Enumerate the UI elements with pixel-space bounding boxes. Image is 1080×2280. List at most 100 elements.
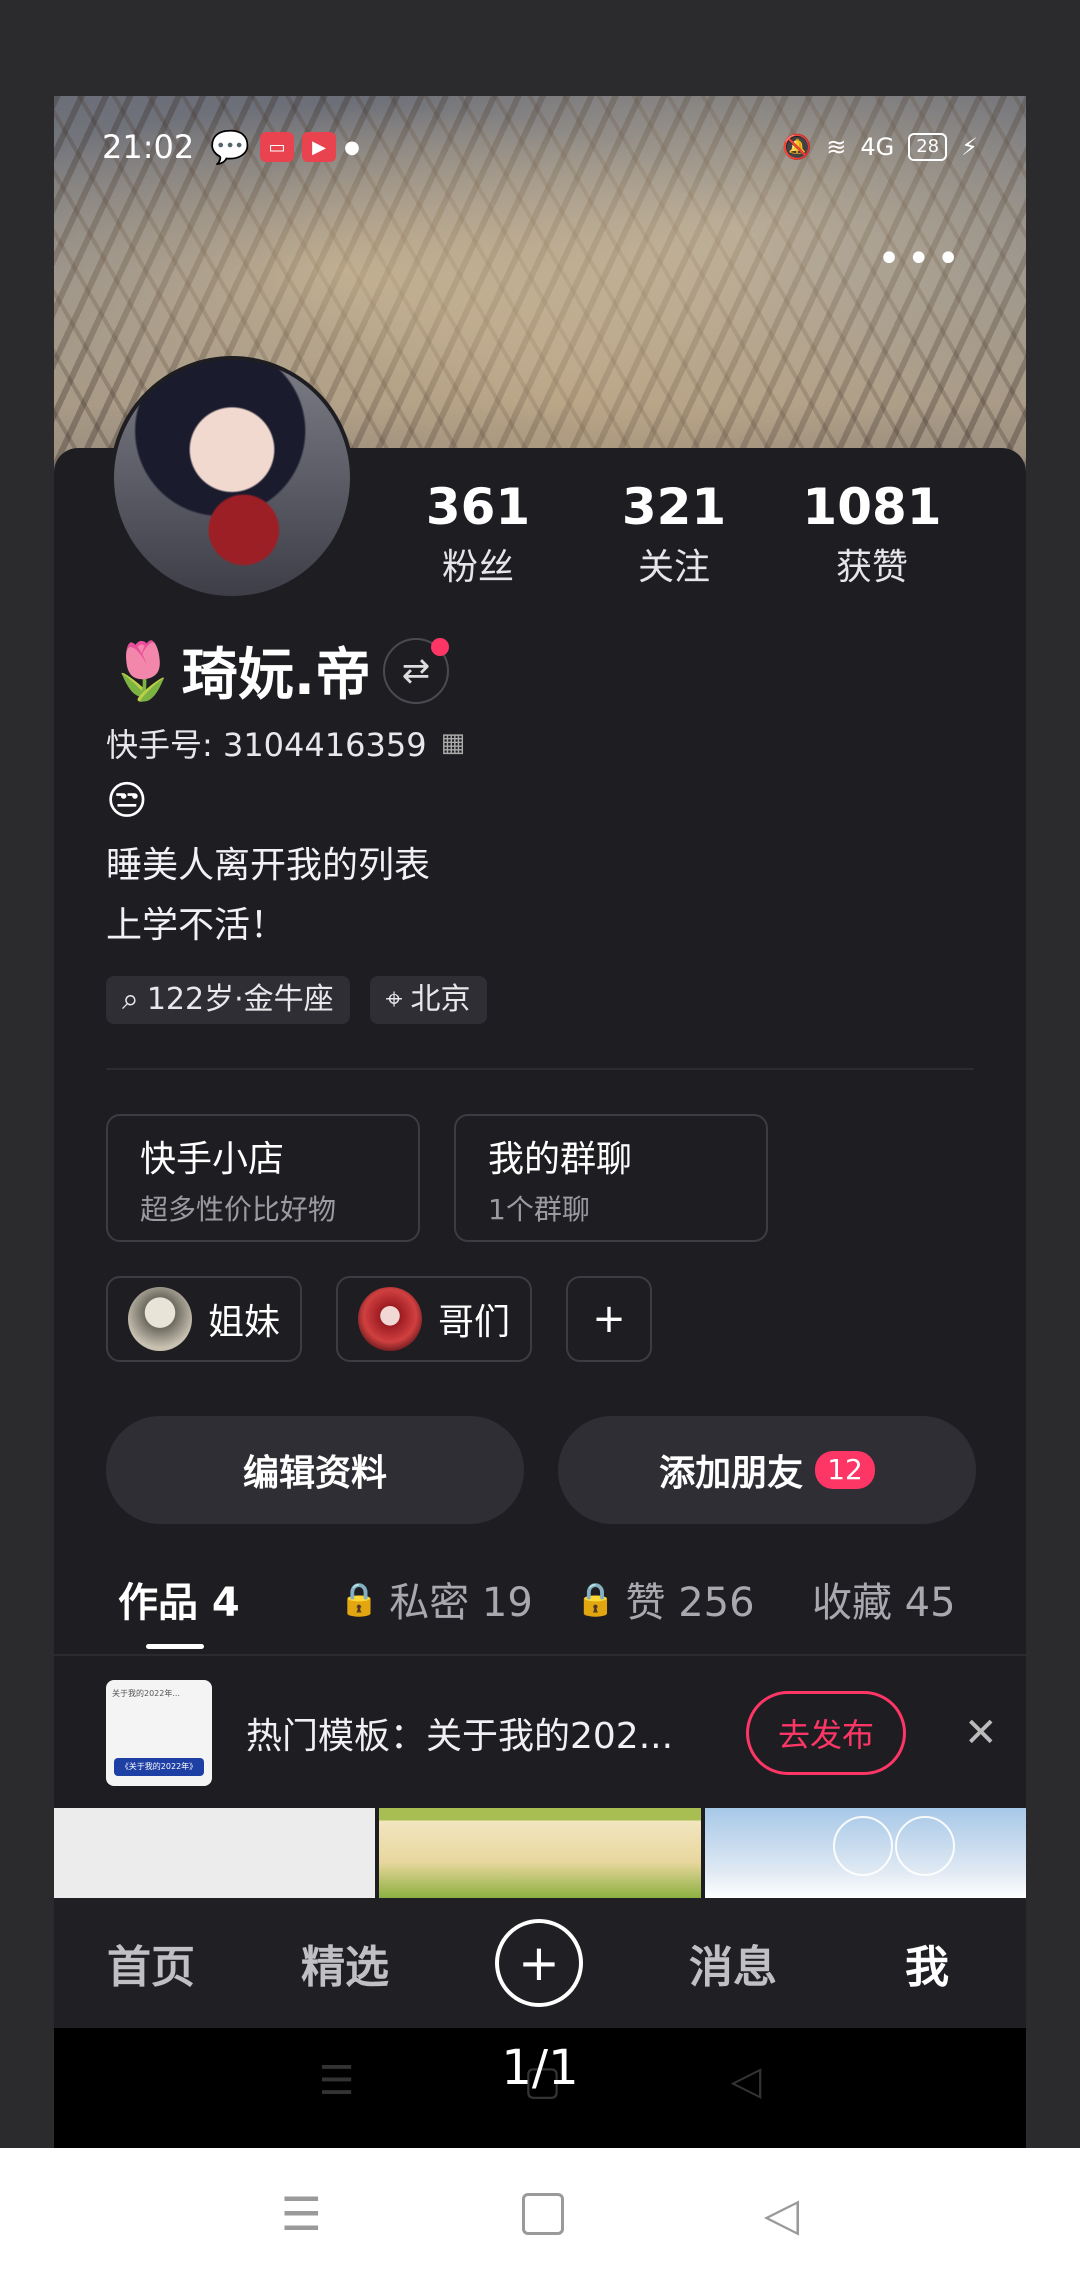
- kuaishou-id[interactable]: 快手号: 3104416359 ▦: [106, 720, 465, 766]
- nav-home[interactable]: 首页: [54, 1931, 248, 1995]
- add-group-button[interactable]: +: [566, 1276, 653, 1362]
- group-label: 哥们: [438, 1302, 511, 1343]
- status-bar: 21:02 💬 ▭ ▶ ● 🔕 ≋ 4G 28 ⚡: [54, 122, 1026, 172]
- dot-icon: ●: [344, 136, 360, 158]
- bio-line: 睡美人离开我的列表: [106, 845, 431, 886]
- kuaishou-id-text: 快手号: 3104416359: [106, 726, 427, 764]
- close-icon[interactable]: ✕: [964, 1710, 998, 1756]
- profile-tags: ⌕ 122岁·金牛座 ⌖ 北京: [106, 976, 487, 1024]
- stat-value: 361: [425, 478, 531, 536]
- play-icon: ▶: [302, 132, 337, 162]
- system-nav-bar: ☰ ◁: [0, 2148, 1080, 2280]
- lock-icon: 🔒: [575, 1580, 616, 1618]
- stat-label: 关注: [637, 547, 710, 588]
- thumb-caption: 关于我的2022年...: [112, 1689, 180, 1698]
- tab-label: 私密 19: [389, 1580, 533, 1626]
- group-sisters[interactable]: 姐妹: [106, 1276, 303, 1362]
- status-right: 🔕 ≋ 4G 28 ⚡: [782, 133, 978, 161]
- active-tab-indicator: [146, 1644, 204, 1649]
- signal-label: 4G: [860, 133, 895, 161]
- stat-value: 321: [621, 478, 727, 536]
- tab-liked[interactable]: 🔒 赞 256: [576, 1570, 812, 1628]
- content-tabs: 作品 4 🔒 私密 19 🔒 赞 256 收藏 45: [118, 1570, 998, 1628]
- tag-label: 北京: [410, 982, 471, 1017]
- edit-profile-label: 编辑资料: [242, 1453, 387, 1494]
- profile-name: 琦妧.帝: [181, 643, 372, 708]
- entry-subtitle: 超多性价比好物: [140, 1193, 337, 1226]
- tag-location[interactable]: ⌖ 北京: [369, 976, 487, 1024]
- group-avatar: [128, 1287, 192, 1351]
- friend-groups: 姐妹 哥们 +: [106, 1276, 653, 1362]
- action-buttons: 编辑资料 添加朋友 12: [106, 1416, 976, 1524]
- name-row: 🌷 琦妧.帝 ⇄: [108, 630, 450, 711]
- bio-emoji: 😒: [106, 778, 148, 824]
- entry-shop[interactable]: 快手小店 超多性价比好物: [106, 1114, 420, 1242]
- entry-cards: 快手小店 超多性价比好物 我的群聊 1个群聊: [106, 1114, 768, 1242]
- lock-icon: 🔒: [339, 1580, 380, 1618]
- decor-bubble: [894, 1816, 955, 1876]
- work-thumbnail[interactable]: [379, 1808, 701, 1898]
- switch-icon: ⇄: [401, 650, 431, 691]
- template-promo[interactable]: 关于我的2022年... 《关于我的2022年》 热门模板：关于我的202...…: [54, 1658, 1026, 1808]
- switch-account-button[interactable]: ⇄: [383, 637, 450, 704]
- stat-value: 1081: [802, 478, 942, 536]
- group-buddies[interactable]: 哥们: [336, 1276, 533, 1362]
- work-thumbnail[interactable]: [704, 1808, 1026, 1898]
- status-time: 21:02: [102, 128, 195, 166]
- stat-likes[interactable]: 1081 获赞: [772, 478, 972, 590]
- nav-messages[interactable]: 消息: [636, 1931, 830, 1995]
- video-call-icon: ▭: [260, 132, 295, 162]
- stats-row: 361 粉丝 321 关注 1081 获赞: [380, 478, 972, 590]
- nav-featured[interactable]: 精选: [248, 1931, 442, 1995]
- works-grid: [54, 1808, 1026, 1898]
- tab-label: 作品 4: [118, 1580, 240, 1626]
- stat-followers[interactable]: 361 粉丝: [380, 478, 576, 590]
- tag-age-zodiac[interactable]: ⌕ 122岁·金牛座: [106, 976, 350, 1024]
- notification-dot: [431, 637, 450, 656]
- nav-me[interactable]: 我: [830, 1931, 1024, 1995]
- tabs-separator: [54, 1654, 1026, 1656]
- edit-profile-button[interactable]: 编辑资料: [106, 1416, 524, 1524]
- back-icon[interactable]: ◁: [764, 2187, 799, 2241]
- charging-icon: ⚡: [961, 133, 978, 161]
- add-friend-button[interactable]: 添加朋友 12: [558, 1416, 976, 1524]
- work-thumbnail[interactable]: [54, 1808, 376, 1898]
- group-avatar: [358, 1287, 423, 1351]
- tab-private[interactable]: 🔒 私密 19: [339, 1570, 575, 1628]
- home-icon[interactable]: [521, 2193, 564, 2235]
- tab-works[interactable]: 作品 4: [118, 1570, 313, 1628]
- divider: [106, 1068, 974, 1070]
- tab-label: 赞 256: [625, 1580, 755, 1626]
- battery-icon: 28: [908, 133, 948, 161]
- tulip-icon: 🌷: [108, 638, 178, 704]
- thumb-title: 《关于我的2022年》: [114, 1758, 204, 1776]
- nav-create[interactable]: +: [442, 1919, 636, 2007]
- page-indicator: 1/1: [501, 2040, 579, 2096]
- group-label: 姐妹: [208, 1302, 281, 1343]
- wechat-icon: 💬: [210, 128, 251, 166]
- promo-text: 热门模板：关于我的202...: [246, 1716, 674, 1757]
- qr-code-icon[interactable]: ▦: [441, 728, 466, 758]
- stat-label: 粉丝: [441, 547, 514, 588]
- location-pin-icon: ⌖: [385, 982, 403, 1017]
- entry-title: 我的群聊: [488, 1139, 633, 1180]
- decor-bubble: [832, 1816, 893, 1876]
- stat-label: 获赞: [835, 547, 908, 588]
- entry-title: 快手小店: [140, 1139, 285, 1180]
- add-friend-badge: 12: [815, 1451, 875, 1489]
- recents-icon[interactable]: ☰: [281, 2187, 322, 2241]
- plus-icon: +: [495, 1919, 583, 2007]
- promo-thumbnail: 关于我的2022年... 《关于我的2022年》: [106, 1680, 212, 1786]
- wifi-icon: ≋: [826, 133, 847, 161]
- plus-icon: +: [592, 1296, 626, 1342]
- more-options-icon[interactable]: •••: [877, 236, 966, 282]
- tab-collections[interactable]: 收藏 45: [812, 1570, 998, 1628]
- entry-group-chat[interactable]: 我的群聊 1个群聊: [454, 1114, 768, 1242]
- entry-subtitle: 1个群聊: [488, 1193, 590, 1226]
- avatar[interactable]: [110, 356, 354, 600]
- publish-button[interactable]: 去发布: [746, 1691, 906, 1775]
- bio: 睡美人离开我的列表 上学不活！: [106, 836, 430, 956]
- add-friend-label: 添加朋友: [659, 1453, 804, 1494]
- stat-following[interactable]: 321 关注: [576, 478, 772, 590]
- bio-line: 上学不活！: [106, 905, 287, 946]
